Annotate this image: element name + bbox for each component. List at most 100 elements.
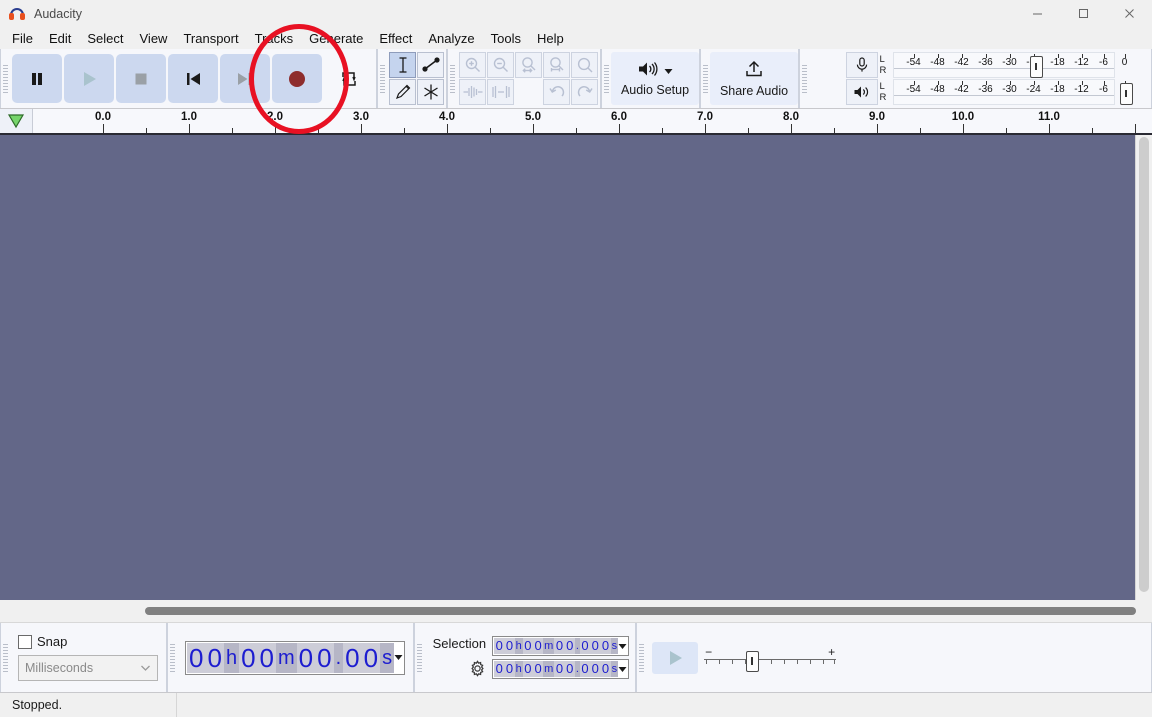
sel-digit[interactable]: 0 [494,638,505,654]
draw-tool[interactable] [389,79,416,105]
menu-transport[interactable]: Transport [175,28,246,49]
sel-digit[interactable]: 0 [522,661,533,677]
snap-unit-select[interactable]: Milliseconds [18,655,158,681]
skip-to-end-button[interactable] [220,54,270,103]
selection-toolbar-grip[interactable] [415,623,425,692]
maximize-button[interactable] [1060,0,1106,27]
multi-tool[interactable] [417,79,444,105]
zoom-out-button[interactable] [487,52,514,78]
pause-button[interactable] [12,54,62,103]
sel-digit[interactable]: 0 [579,661,591,677]
share-audio-button[interactable]: Share Audio [710,52,798,105]
fit-selection-button[interactable] [515,52,542,78]
play-button[interactable] [64,54,114,103]
audio-setup-button[interactable]: Audio Setup [611,52,699,105]
time-digit[interactable]: 0 [257,642,276,673]
rec-tick-7: -12 [1074,57,1089,68]
playback-meter[interactable]: L R -54 -48 -42 -36 -30 -24 -18 -12 -6 [845,79,1133,105]
loop-button[interactable] [324,54,374,103]
audio-position-field[interactable]: 0 0 h 0 0 m 0 0 . 0 0 s [185,640,406,675]
recording-volume-slider[interactable] [1029,56,1043,78]
sel-digit[interactable]: 0 [554,638,565,654]
time-toolbar-grip[interactable] [168,623,177,692]
caret-down-icon[interactable] [394,654,403,661]
menu-tools[interactable]: Tools [483,28,529,49]
menu-generate[interactable]: Generate [301,28,371,49]
pinned-play-head-button[interactable] [0,109,33,133]
play-speed-knob[interactable] [746,650,760,672]
speaker-wave-icon[interactable] [845,79,878,105]
redo-button[interactable] [571,79,598,105]
time-digit[interactable]: 0 [239,642,258,673]
selection-end-field[interactable]: 0 0 h 0 0 m 0 0 . 0 0 0 s [492,659,630,679]
play-speed-slider[interactable]: − + [704,645,837,672]
play-at-speed-grip[interactable] [637,623,647,692]
menu-analyze[interactable]: Analyze [420,28,482,49]
menu-edit[interactable]: Edit [41,28,79,49]
vertical-scrollbar[interactable] [1135,135,1152,600]
time-digit[interactable]: 0 [296,642,316,673]
minimize-button[interactable] [1014,0,1060,27]
snapping-toolbar-grip[interactable] [1,623,10,692]
microphone-icon[interactable] [845,52,878,78]
transport-toolbar-grip[interactable] [1,49,10,108]
vertical-scroll-thumb[interactable] [1139,137,1149,592]
sel-digit[interactable]: 0 [532,661,544,677]
sel-digit[interactable]: 0 [504,661,515,677]
menu-effect[interactable]: Effect [371,28,420,49]
skip-to-start-button[interactable] [168,54,218,103]
share-audio-grip[interactable] [701,49,710,108]
sel-digit[interactable]: 0 [564,638,575,654]
stop-button[interactable] [116,54,166,103]
audio-setup-grip[interactable] [602,49,611,108]
time-digit[interactable]: 0 [315,642,334,673]
sel-digit[interactable]: 0 [532,638,544,654]
horizontal-scroll-thumb[interactable] [145,607,1136,615]
menu-view[interactable]: View [132,28,176,49]
time-digit[interactable]: 0 [361,642,381,673]
rec-tick-3: -36 [978,57,993,68]
silence-audio-button[interactable] [487,79,514,105]
play-at-speed-button[interactable] [652,641,699,674]
close-button[interactable] [1106,0,1152,27]
caret-down-icon[interactable] [618,643,627,650]
time-digit[interactable]: 0 [205,642,224,673]
recording-meter-grip[interactable] [800,49,809,108]
trim-audio-button[interactable] [459,79,486,105]
sel-digit[interactable]: 0 [590,638,601,654]
recording-meter-scale[interactable]: -54 -48 -42 -36 -30 -24 -18 -12 -6 0 [892,52,1127,78]
selection-start-field[interactable]: 0 0 h 0 0 m 0 0 . 0 0 0 s [492,636,630,656]
menu-help[interactable]: Help [529,28,572,49]
envelope-tool[interactable] [417,52,444,78]
sel-digit[interactable]: 0 [600,661,611,677]
sel-digit[interactable]: 0 [494,661,505,677]
sel-digit[interactable]: 0 [522,638,533,654]
recording-meter[interactable]: L R -54 -48 -42 -36 -30 -24 -18 -12 -6 [845,52,1127,78]
zoom-toggle-button[interactable] [571,52,598,78]
caret-down-icon[interactable] [618,666,627,673]
playback-meter-scale[interactable]: -54 -48 -42 -36 -30 -24 -18 -12 -6 0 [892,79,1133,105]
menu-select[interactable]: Select [79,28,131,49]
menu-file[interactable]: File [4,28,41,49]
selection-tool[interactable] [389,52,416,78]
time-digit[interactable]: 0 [187,642,206,673]
gear-icon[interactable] [469,659,486,680]
fit-project-button[interactable] [543,52,570,78]
sel-digit[interactable]: 0 [564,661,575,677]
record-button[interactable] [272,54,322,103]
sel-digit[interactable]: 0 [554,661,565,677]
timeline-ruler[interactable]: 0.0 1.0 2.0 3.0 4.0 5.0 6.0 7.0 8.0 9.0 10.0 11.0 [33,109,1152,133]
snap-checkbox[interactable] [18,634,32,649]
tools-toolbar-grip[interactable] [378,49,387,108]
undo-button[interactable] [543,79,570,105]
sel-digit[interactable]: 0 [600,638,611,654]
sel-digit[interactable]: 0 [579,638,591,654]
playback-volume-slider[interactable] [1119,83,1133,105]
track-canvas[interactable] [0,135,1152,600]
time-digit[interactable]: 0 [343,642,362,673]
sel-digit[interactable]: 0 [590,661,601,677]
menu-tracks[interactable]: Tracks [247,28,302,49]
edit-toolbar-grip[interactable] [448,49,457,108]
zoom-in-button[interactable] [459,52,486,78]
sel-digit[interactable]: 0 [504,638,515,654]
